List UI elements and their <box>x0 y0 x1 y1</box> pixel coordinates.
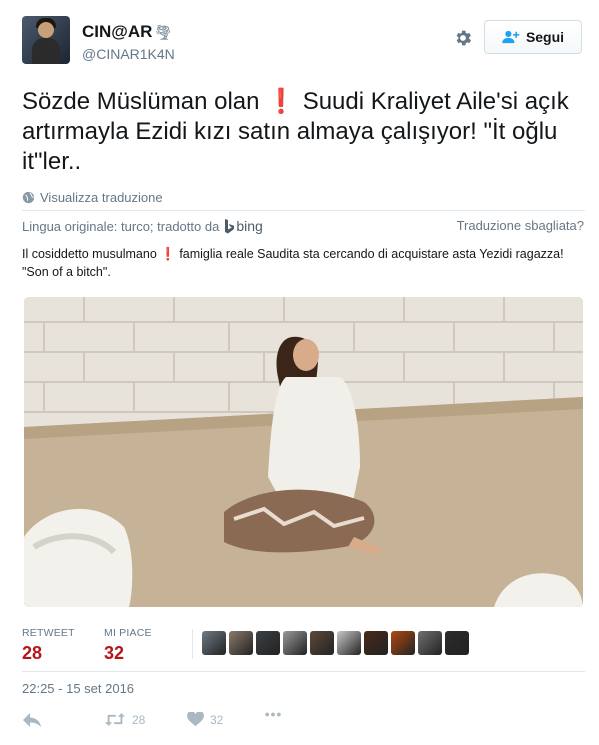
translated-text: Il cosiddetto musulmano ❗ famiglia reale… <box>22 245 587 281</box>
stats-divider <box>192 629 193 659</box>
liker-avatar[interactable] <box>445 631 469 655</box>
avatar-body <box>32 38 60 64</box>
globe-icon <box>22 191 35 204</box>
likers-avatars <box>202 631 469 655</box>
photo-scene <box>24 297 583 607</box>
liker-avatar[interactable] <box>202 631 226 655</box>
gear-icon[interactable] <box>453 28 473 48</box>
likes-stat-count: 32 <box>104 643 125 663</box>
liker-avatar[interactable] <box>391 631 415 655</box>
user-name-text: CIN@AR <box>82 22 153 41</box>
retweet-icon <box>104 713 126 726</box>
reply-button[interactable] <box>22 712 42 728</box>
avatar[interactable] <box>22 16 70 64</box>
tweet-text: Sözde Müslüman olan ❗ Suudi Kraliyet Ail… <box>22 87 587 177</box>
tweet-text-part: Sözde Müslüman olan <box>22 88 267 115</box>
follow-button-label: Segui <box>525 29 565 45</box>
heart-icon <box>187 712 204 727</box>
avatar-head <box>38 22 54 38</box>
tweet-actions: 28 32 <box>22 712 582 732</box>
bing-logo[interactable]: bing <box>224 218 263 234</box>
liker-avatar[interactable] <box>364 631 388 655</box>
liker-avatar[interactable] <box>256 631 280 655</box>
retweet-action-count: 28 <box>132 712 146 727</box>
retweet-button[interactable]: 28 <box>104 712 145 727</box>
tweet-photo[interactable] <box>24 297 583 607</box>
likes-stat-label: MI PIACE <box>104 627 152 639</box>
retweet-stat[interactable]: RETWEET 28 <box>22 627 75 664</box>
original-language-text: Lingua originale: turco; tradotto da <box>22 218 220 234</box>
tornado-icon: 🌪 <box>154 24 173 40</box>
retweet-stat-label: RETWEET <box>22 627 75 639</box>
original-language-line: Lingua originale: turco; tradotto da bin… <box>22 218 263 234</box>
like-action-count: 32 <box>210 712 224 727</box>
exclamation-emoji: ❗ <box>160 247 176 261</box>
liker-avatar[interactable] <box>337 631 361 655</box>
wrong-translation-link[interactable]: Traduzione sbagliata? <box>457 218 584 233</box>
retweet-stat-count: 28 <box>22 643 43 663</box>
liker-avatar[interactable] <box>310 631 334 655</box>
reply-icon <box>23 713 41 727</box>
exclamation-emoji: ❗ <box>266 88 297 115</box>
liker-avatar[interactable] <box>229 631 253 655</box>
likes-stat[interactable]: MI PIACE 32 <box>104 627 152 664</box>
more-button[interactable] <box>264 712 282 717</box>
view-translation-link[interactable]: Visualizza traduzione <box>22 190 163 205</box>
bing-label: bing <box>236 218 263 234</box>
divider <box>22 210 585 211</box>
like-button[interactable]: 32 <box>187 712 223 727</box>
liker-avatar[interactable] <box>283 631 307 655</box>
more-icon <box>265 712 281 717</box>
liker-avatar[interactable] <box>418 631 442 655</box>
divider <box>22 671 585 672</box>
follow-button[interactable]: Segui <box>484 20 582 54</box>
user-name[interactable]: CIN@AR 🌪 <box>82 22 172 42</box>
view-translation-label: Visualizza traduzione <box>40 190 163 205</box>
translated-text-part: Il cosiddetto musulmano <box>22 247 161 261</box>
tweet-timestamp[interactable]: 22:25 - 15 set 2016 <box>22 681 134 696</box>
follow-user-icon <box>502 30 520 44</box>
bing-b-icon <box>225 218 235 233</box>
user-handle[interactable]: @CINAR1K4N <box>82 46 175 62</box>
